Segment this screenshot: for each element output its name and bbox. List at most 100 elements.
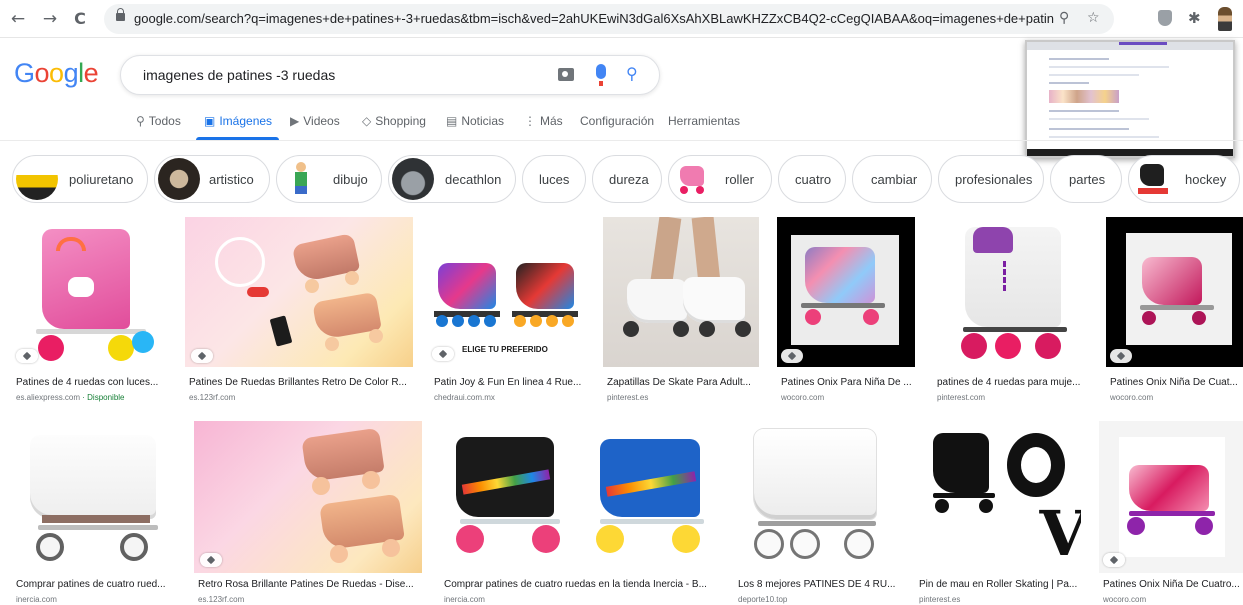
result-thumbnail[interactable] bbox=[185, 217, 413, 367]
chip-thumbnail bbox=[672, 158, 714, 200]
tab-label: Más bbox=[540, 114, 563, 128]
image-result[interactable]: ELIGE TU PREFERIDO Patin Joy & Fun En li… bbox=[430, 217, 586, 402]
result-thumbnail[interactable] bbox=[777, 217, 915, 367]
microphone-icon[interactable] bbox=[596, 64, 606, 86]
image-result[interactable]: Los 8 mejores PATINES DE 4 RU... deporte… bbox=[734, 421, 898, 604]
result-title[interactable]: Retro Rosa Brillante Patines De Ruedas -… bbox=[198, 579, 422, 590]
logo-letter: G bbox=[14, 58, 35, 88]
result-thumbnail[interactable]: ELIGE TU PREFERIDO bbox=[430, 217, 586, 367]
result-title[interactable]: Comprar patines de cuatro rued... bbox=[16, 579, 178, 590]
image-result[interactable]: LOVE Pin de mau en Roller Skating | Pa..… bbox=[915, 421, 1081, 604]
result-title[interactable]: Patin Joy & Fun En linea 4 Rue... bbox=[434, 377, 586, 388]
result-thumbnail[interactable] bbox=[194, 421, 422, 573]
chip-cuatro[interactable]: cuatro bbox=[778, 155, 846, 203]
result-thumbnail[interactable] bbox=[603, 217, 759, 367]
preview-line bbox=[1049, 58, 1109, 60]
love-art-text: LOVE bbox=[1039, 497, 1081, 570]
chip-roller[interactable]: roller bbox=[668, 155, 772, 203]
profile-avatar[interactable] bbox=[1218, 7, 1232, 31]
result-title[interactable]: Patines Onix Niña De Cuatro... bbox=[1103, 579, 1243, 590]
chip-hockey[interactable]: hockey bbox=[1128, 155, 1240, 203]
result-title[interactable]: Pin de mau en Roller Skating | Pa... bbox=[919, 579, 1081, 590]
google-logo[interactable]: Google bbox=[14, 58, 99, 89]
zoom-icon[interactable]: ⚲ bbox=[1059, 10, 1069, 26]
image-result[interactable]: patines de 4 ruedas para muje... pintere… bbox=[933, 217, 1089, 402]
extension-shield-icon[interactable] bbox=[1158, 10, 1172, 26]
result-source: inercia.com bbox=[444, 595, 485, 604]
result-thumbnail[interactable] bbox=[1106, 217, 1243, 367]
chip-cambiar[interactable]: cambiar bbox=[852, 155, 932, 203]
result-source: pinterest.es bbox=[607, 393, 649, 402]
image-result[interactable]: Patines Onix Niña De Cuat... wocoro.com bbox=[1106, 217, 1243, 402]
image-result[interactable]: Retro Rosa Brillante Patines De Ruedas -… bbox=[194, 421, 422, 604]
result-title[interactable]: Patines Onix Niña De Cuat... bbox=[1110, 377, 1243, 388]
bookmark-star-icon[interactable]: ☆ bbox=[1087, 10, 1100, 26]
result-thumbnail[interactable] bbox=[12, 421, 178, 573]
availability-badge: · Disponible bbox=[82, 393, 125, 402]
tab-label: Noticias bbox=[461, 114, 505, 128]
source-domain: es.aliexpress.com bbox=[16, 393, 81, 402]
result-source: es.123rf.com bbox=[189, 393, 236, 402]
tab-label: Todos bbox=[148, 114, 181, 128]
chip-partes[interactable]: partes bbox=[1050, 155, 1122, 203]
tab-todos[interactable]: ⚲ Todos bbox=[136, 114, 181, 128]
chip-profesionales[interactable]: profesionales bbox=[938, 155, 1044, 203]
url-text[interactable]: google.com/search?q=imagenes+de+patines+… bbox=[134, 11, 1054, 26]
tab-noticias[interactable]: ▤ Noticias bbox=[446, 114, 504, 128]
search-icon[interactable]: ⚲ bbox=[626, 64, 638, 83]
tab-videos[interactable]: ▶ Videos bbox=[290, 114, 340, 128]
chip-dureza[interactable]: dureza bbox=[592, 155, 662, 203]
search-icon: ⚲ bbox=[136, 114, 145, 128]
result-title[interactable]: Los 8 mejores PATINES DE 4 RU... bbox=[738, 579, 898, 590]
result-thumbnail[interactable] bbox=[12, 217, 168, 367]
chip-thumbnail bbox=[16, 158, 58, 200]
tab-configuracion[interactable]: Configuración bbox=[580, 114, 654, 128]
forward-arrow-icon[interactable]: → bbox=[40, 9, 60, 29]
back-arrow-icon[interactable]: ← bbox=[8, 9, 28, 29]
result-title[interactable]: patines de 4 ruedas para muje... bbox=[937, 377, 1089, 388]
image-result[interactable]: Comprar patines de cuatro rued... inerci… bbox=[12, 421, 178, 604]
result-thumbnail[interactable] bbox=[440, 421, 716, 573]
preview-line bbox=[1049, 66, 1169, 68]
image-result[interactable]: Zapatillas De Skate Para Adult... pinter… bbox=[603, 217, 759, 402]
image-result[interactable]: Comprar patines de cuatro ruedas en la t… bbox=[440, 421, 716, 604]
result-title[interactable]: Patines De Ruedas Brillantes Retro De Co… bbox=[189, 377, 413, 388]
chip-artistico[interactable]: artistico bbox=[154, 155, 270, 203]
chip-decathlon[interactable]: decathlon bbox=[388, 155, 516, 203]
search-input[interactable]: imagenes de patines -3 ruedas bbox=[143, 67, 335, 83]
preview-line bbox=[1049, 74, 1139, 76]
tab-herramientas[interactable]: Herramientas bbox=[668, 114, 740, 128]
result-thumbnail[interactable]: LOVE bbox=[915, 421, 1081, 573]
chip-label: poliuretano bbox=[69, 172, 134, 187]
result-title[interactable]: Patines de 4 ruedas con luces... bbox=[16, 377, 166, 388]
reload-icon[interactable]: C bbox=[70, 9, 90, 29]
tab-label: Shopping bbox=[375, 114, 426, 128]
tab-label: Herramientas bbox=[668, 114, 741, 128]
chip-poliuretano[interactable]: poliuretano bbox=[12, 155, 148, 203]
camera-icon[interactable] bbox=[558, 68, 574, 81]
chip-label: cuatro bbox=[795, 172, 832, 187]
tab-imagenes[interactable]: ▣ Imágenes bbox=[204, 114, 272, 128]
result-title[interactable]: Comprar patines de cuatro ruedas en la t… bbox=[444, 579, 716, 590]
image-result[interactable]: Patines Onix Para Niña De ... wocoro.com bbox=[777, 217, 915, 402]
chip-luces[interactable]: luces bbox=[522, 155, 586, 203]
chip-label: dibujo bbox=[333, 172, 368, 187]
result-thumbnail[interactable] bbox=[1099, 421, 1243, 573]
result-title[interactable]: Zapatillas De Skate Para Adult... bbox=[607, 377, 759, 388]
chip-label: roller bbox=[725, 172, 754, 187]
result-thumbnail[interactable] bbox=[933, 217, 1089, 367]
extensions-puzzle-icon[interactable]: ✱ bbox=[1188, 9, 1202, 27]
more-vert-icon: ⋮ bbox=[524, 114, 536, 128]
chip-label: decathlon bbox=[445, 172, 502, 187]
image-result[interactable]: Patines Onix Niña De Cuatro... wocoro.co… bbox=[1099, 421, 1243, 604]
chip-dibujo[interactable]: dibujo bbox=[276, 155, 382, 203]
play-icon: ▶ bbox=[290, 114, 300, 128]
result-title[interactable]: Patines Onix Para Niña De ... bbox=[781, 377, 915, 388]
tab-mas[interactable]: ⋮ Más bbox=[524, 114, 563, 128]
address-bar[interactable]: google.com/search?q=imagenes+de+patines+… bbox=[104, 4, 1114, 34]
tab-shopping[interactable]: ◇ Shopping bbox=[362, 114, 426, 128]
image-result[interactable]: Patines De Ruedas Brillantes Retro De Co… bbox=[185, 217, 413, 402]
search-box[interactable]: imagenes de patines -3 ruedas ⚲ bbox=[120, 55, 660, 95]
result-thumbnail[interactable] bbox=[734, 421, 898, 573]
image-result[interactable]: Patines de 4 ruedas con luces... es.alie… bbox=[12, 217, 168, 402]
